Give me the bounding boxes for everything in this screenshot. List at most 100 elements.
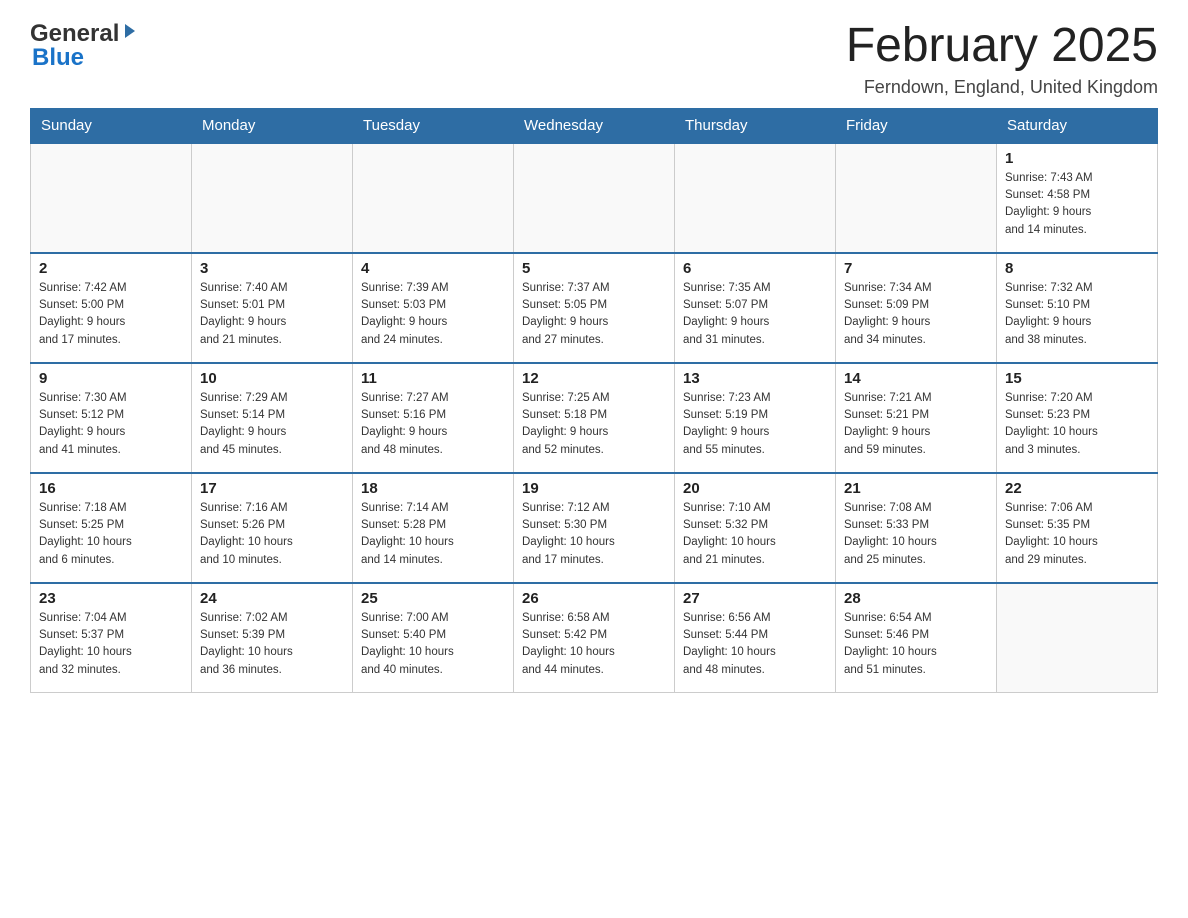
- calendar-cell: [836, 143, 997, 253]
- weekday-header-thursday: Thursday: [675, 108, 836, 143]
- logo-blue-text: Blue: [30, 44, 84, 72]
- day-number: 23: [39, 590, 183, 607]
- calendar-cell: [997, 583, 1158, 693]
- weekday-header-wednesday: Wednesday: [514, 108, 675, 143]
- day-info: Sunrise: 7:40 AMSunset: 5:01 PMDaylight:…: [200, 280, 344, 349]
- calendar-cell: 26 Sunrise: 6:58 AMSunset: 5:42 PMDayligh…: [514, 583, 675, 693]
- day-number: 21: [844, 480, 988, 497]
- week-row-2: 2 Sunrise: 7:42 AMSunset: 5:00 PMDaylight…: [31, 253, 1158, 363]
- day-info: Sunrise: 7:27 AMSunset: 5:16 PMDaylight:…: [361, 390, 505, 459]
- day-info: Sunrise: 7:12 AMSunset: 5:30 PMDaylight:…: [522, 500, 666, 569]
- day-info: Sunrise: 7:00 AMSunset: 5:40 PMDaylight:…: [361, 610, 505, 679]
- day-info: Sunrise: 7:39 AMSunset: 5:03 PMDaylight:…: [361, 280, 505, 349]
- logo: General Blue: [30, 20, 139, 72]
- day-info: Sunrise: 7:21 AMSunset: 5:21 PMDaylight:…: [844, 390, 988, 459]
- day-info: Sunrise: 7:42 AMSunset: 5:00 PMDaylight:…: [39, 280, 183, 349]
- day-info: Sunrise: 7:32 AMSunset: 5:10 PMDaylight:…: [1005, 280, 1149, 349]
- day-number: 12: [522, 370, 666, 387]
- day-info: Sunrise: 7:23 AMSunset: 5:19 PMDaylight:…: [683, 390, 827, 459]
- calendar-cell: [192, 143, 353, 253]
- day-info: Sunrise: 7:16 AMSunset: 5:26 PMDaylight:…: [200, 500, 344, 569]
- day-info: Sunrise: 7:04 AMSunset: 5:37 PMDaylight:…: [39, 610, 183, 679]
- calendar-cell: 18 Sunrise: 7:14 AMSunset: 5:28 PMDayligh…: [353, 473, 514, 583]
- calendar-cell: 8 Sunrise: 7:32 AMSunset: 5:10 PMDaylight…: [997, 253, 1158, 363]
- day-info: Sunrise: 7:06 AMSunset: 5:35 PMDaylight:…: [1005, 500, 1149, 569]
- calendar-cell: 13 Sunrise: 7:23 AMSunset: 5:19 PMDayligh…: [675, 363, 836, 473]
- day-number: 9: [39, 370, 183, 387]
- weekday-header-tuesday: Tuesday: [353, 108, 514, 143]
- month-title: February 2025: [846, 20, 1158, 73]
- day-number: 8: [1005, 260, 1149, 277]
- day-number: 10: [200, 370, 344, 387]
- calendar-cell: 1Sunrise: 7:43 AMSunset: 4:58 PMDaylight…: [997, 143, 1158, 253]
- weekday-header-saturday: Saturday: [997, 108, 1158, 143]
- day-number: 27: [683, 590, 827, 607]
- day-number: 16: [39, 480, 183, 497]
- calendar-cell: 24Sunrise: 7:02 AMSunset: 5:39 PMDayligh…: [192, 583, 353, 693]
- day-info: Sunrise: 6:56 AMSunset: 5:44 PMDaylight:…: [683, 610, 827, 679]
- calendar-cell: 3 Sunrise: 7:40 AMSunset: 5:01 PMDaylight…: [192, 253, 353, 363]
- calendar-cell: 11 Sunrise: 7:27 AMSunset: 5:16 PMDayligh…: [353, 363, 514, 473]
- calendar-cell: 17 Sunrise: 7:16 AMSunset: 5:26 PMDayligh…: [192, 473, 353, 583]
- day-info: Sunrise: 7:43 AMSunset: 4:58 PMDaylight:…: [1005, 170, 1149, 239]
- calendar-cell: [514, 143, 675, 253]
- calendar-cell: [675, 143, 836, 253]
- day-number: 18: [361, 480, 505, 497]
- page-header: General Blue February 2025 Ferndown, Eng…: [30, 20, 1158, 98]
- calendar-cell: 5Sunrise: 7:37 AMSunset: 5:05 PMDaylight…: [514, 253, 675, 363]
- day-number: 5: [522, 260, 666, 277]
- day-number: 6: [683, 260, 827, 277]
- calendar-cell: 21 Sunrise: 7:08 AMSunset: 5:33 PMDayligh…: [836, 473, 997, 583]
- day-info: Sunrise: 7:08 AMSunset: 5:33 PMDaylight:…: [844, 500, 988, 569]
- title-section: February 2025 Ferndown, England, United …: [846, 20, 1158, 98]
- logo-arrow-icon: [121, 22, 139, 45]
- weekday-header-row: SundayMondayTuesdayWednesdayThursdayFrid…: [31, 108, 1158, 143]
- calendar-cell: 28 Sunrise: 6:54 AMSunset: 5:46 PMDayligh…: [836, 583, 997, 693]
- day-info: Sunrise: 7:10 AMSunset: 5:32 PMDaylight:…: [683, 500, 827, 569]
- calendar-cell: 12 Sunrise: 7:25 AMSunset: 5:18 PMDayligh…: [514, 363, 675, 473]
- day-info: Sunrise: 7:14 AMSunset: 5:28 PMDaylight:…: [361, 500, 505, 569]
- calendar-cell: 19 Sunrise: 7:12 AMSunset: 5:30 PMDayligh…: [514, 473, 675, 583]
- day-number: 11: [361, 370, 505, 387]
- day-number: 2: [39, 260, 183, 277]
- day-number: 13: [683, 370, 827, 387]
- calendar-cell: 27 Sunrise: 6:56 AMSunset: 5:44 PMDayligh…: [675, 583, 836, 693]
- calendar-cell: 4 Sunrise: 7:39 AMSunset: 5:03 PMDaylight…: [353, 253, 514, 363]
- day-number: 26: [522, 590, 666, 607]
- day-info: Sunrise: 7:18 AMSunset: 5:25 PMDaylight:…: [39, 500, 183, 569]
- calendar-table: SundayMondayTuesdayWednesdayThursdayFrid…: [30, 108, 1158, 694]
- day-info: Sunrise: 7:35 AMSunset: 5:07 PMDaylight:…: [683, 280, 827, 349]
- calendar-cell: 20 Sunrise: 7:10 AMSunset: 5:32 PMDayligh…: [675, 473, 836, 583]
- calendar-cell: 16 Sunrise: 7:18 AMSunset: 5:25 PMDayligh…: [31, 473, 192, 583]
- calendar-cell: [353, 143, 514, 253]
- day-info: Sunrise: 7:25 AMSunset: 5:18 PMDaylight:…: [522, 390, 666, 459]
- day-number: 15: [1005, 370, 1149, 387]
- day-number: 25: [361, 590, 505, 607]
- day-number: 3: [200, 260, 344, 277]
- day-number: 28: [844, 590, 988, 607]
- calendar-cell: 14Sunrise: 7:21 AMSunset: 5:21 PMDayligh…: [836, 363, 997, 473]
- day-number: 24: [200, 590, 344, 607]
- calendar-cell: 9Sunrise: 7:30 AMSunset: 5:12 PMDaylight…: [31, 363, 192, 473]
- day-number: 17: [200, 480, 344, 497]
- calendar-cell: 25 Sunrise: 7:00 AMSunset: 5:40 PMDayligh…: [353, 583, 514, 693]
- day-number: 20: [683, 480, 827, 497]
- location-text: Ferndown, England, United Kingdom: [846, 77, 1158, 98]
- week-row-5: 23 Sunrise: 7:04 AMSunset: 5:37 PMDayligh…: [31, 583, 1158, 693]
- calendar-cell: 15 Sunrise: 7:20 AMSunset: 5:23 PMDayligh…: [997, 363, 1158, 473]
- calendar-cell: 10Sunrise: 7:29 AMSunset: 5:14 PMDayligh…: [192, 363, 353, 473]
- calendar-cell: 22Sunrise: 7:06 AMSunset: 5:35 PMDayligh…: [997, 473, 1158, 583]
- day-number: 19: [522, 480, 666, 497]
- calendar-cell: 7Sunrise: 7:34 AMSunset: 5:09 PMDaylight…: [836, 253, 997, 363]
- day-number: 7: [844, 260, 988, 277]
- weekday-header-friday: Friday: [836, 108, 997, 143]
- day-info: Sunrise: 6:54 AMSunset: 5:46 PMDaylight:…: [844, 610, 988, 679]
- week-row-1: 1Sunrise: 7:43 AMSunset: 4:58 PMDaylight…: [31, 143, 1158, 253]
- calendar-cell: 6 Sunrise: 7:35 AMSunset: 5:07 PMDaylight…: [675, 253, 836, 363]
- day-info: Sunrise: 6:58 AMSunset: 5:42 PMDaylight:…: [522, 610, 666, 679]
- weekday-header-sunday: Sunday: [31, 108, 192, 143]
- day-number: 4: [361, 260, 505, 277]
- calendar-cell: [31, 143, 192, 253]
- calendar-cell: 2 Sunrise: 7:42 AMSunset: 5:00 PMDaylight…: [31, 253, 192, 363]
- day-info: Sunrise: 7:20 AMSunset: 5:23 PMDaylight:…: [1005, 390, 1149, 459]
